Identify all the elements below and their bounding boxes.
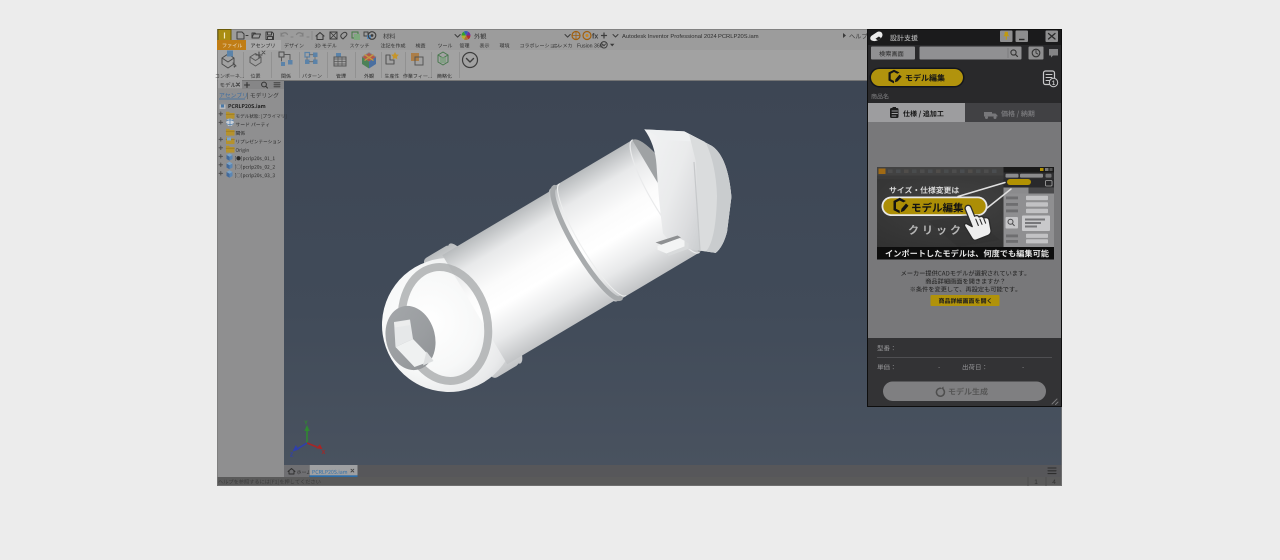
svg-text:fx: fx: [592, 34, 598, 41]
svg-text:X: X: [322, 450, 326, 456]
svg-text:Fusion 360: Fusion 360: [577, 43, 603, 49]
svg-text:Y: Y: [304, 421, 308, 427]
svg-text:PCRLP20S.iam: PCRLP20S.iam: [718, 34, 759, 40]
svg-text:I: I: [223, 32, 225, 41]
svg-text:4: 4: [1052, 479, 1056, 486]
svg-text:Autodesk Inventor Professional: Autodesk Inventor Professional 2024: [622, 34, 718, 40]
svg-text:1: 1: [1034, 479, 1038, 486]
